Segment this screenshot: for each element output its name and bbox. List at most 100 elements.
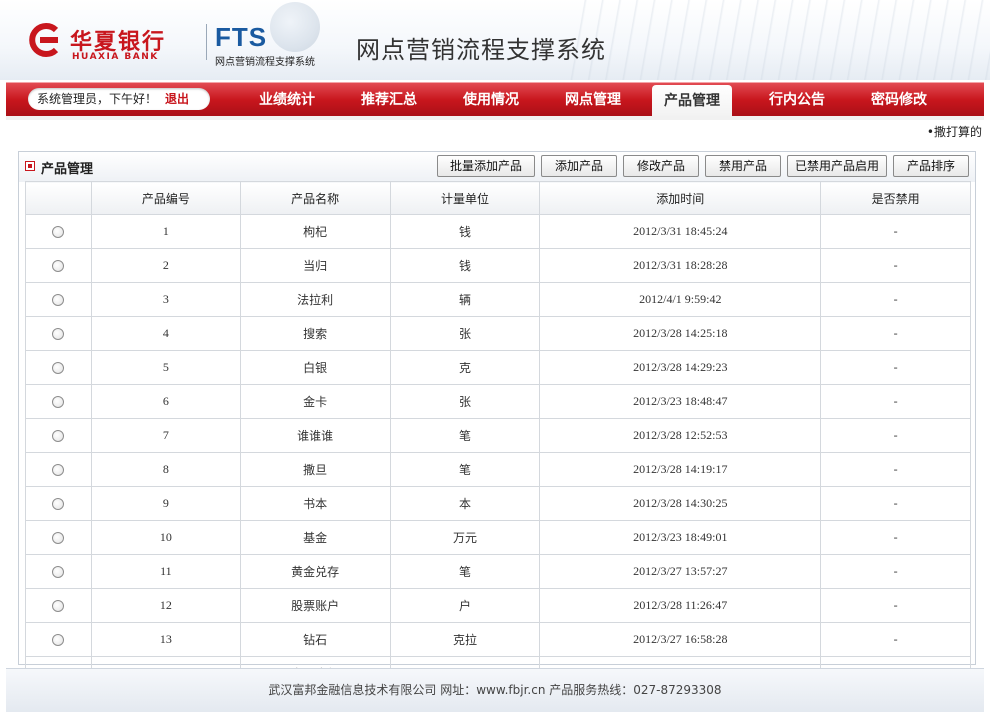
sort-products-button[interactable]: 产品排序 bbox=[893, 155, 969, 177]
product-id-cell: 6 bbox=[90, 384, 241, 419]
unit-cell: 万元 bbox=[389, 520, 541, 555]
logo-divider bbox=[206, 24, 207, 60]
row-radio-button[interactable] bbox=[52, 294, 65, 307]
row-radio-button[interactable] bbox=[52, 600, 65, 613]
row-select-cell bbox=[25, 384, 92, 419]
product-id-cell: 2 bbox=[90, 248, 241, 283]
nav-item-change-password[interactable]: 密码修改 bbox=[854, 83, 944, 117]
unit-cell: 钱 bbox=[389, 214, 541, 249]
row-radio-button[interactable] bbox=[52, 328, 65, 341]
added-time-cell: 2012/3/28 14:29:23 bbox=[539, 350, 822, 385]
product-id-cell: 12 bbox=[90, 588, 241, 623]
disabled-status-cell: - bbox=[820, 520, 971, 555]
globe-icon bbox=[270, 2, 320, 52]
disabled-status-cell: - bbox=[820, 248, 971, 283]
logout-link[interactable]: 退出 bbox=[165, 92, 189, 106]
disabled-status-cell: - bbox=[820, 418, 971, 453]
row-radio-button[interactable] bbox=[52, 260, 65, 273]
table-row[interactable]: 12 股票账户户 2012/3/28 11:26:47- bbox=[25, 588, 971, 623]
product-id-cell: 3 bbox=[90, 282, 241, 317]
row-radio-button[interactable] bbox=[52, 532, 65, 545]
added-time-cell: 2012/3/28 11:26:47 bbox=[539, 588, 822, 623]
panel-header: 产品管理 批量添加产品 添加产品 修改产品 禁用产品 已禁用产品启用 产品排序 bbox=[19, 152, 975, 182]
table-row[interactable]: 3 法拉利辆 2012/4/1 9:59:42- bbox=[25, 282, 971, 317]
row-select-cell bbox=[25, 282, 92, 317]
product-name-cell: 谁谁谁 bbox=[239, 418, 391, 453]
row-select-cell bbox=[25, 350, 92, 385]
batch-add-product-button[interactable]: 批量添加产品 bbox=[437, 155, 535, 177]
enable-disabled-product-button[interactable]: 已禁用产品启用 bbox=[787, 155, 887, 177]
user-greeting: 系统管理员，下午好！ bbox=[37, 92, 158, 106]
unit-cell: 辆 bbox=[389, 282, 541, 317]
row-radio-button[interactable] bbox=[52, 498, 65, 511]
added-time-cell: 2012/3/31 18:45:24 bbox=[539, 214, 822, 249]
table-row[interactable]: 6 金卡张 2012/3/23 18:48:47- bbox=[25, 384, 971, 419]
table-row[interactable]: 2 当归钱 2012/3/31 18:28:28- bbox=[25, 248, 971, 283]
row-select-cell bbox=[25, 214, 92, 249]
nav-item-recommend-summary[interactable]: 推荐汇总 bbox=[344, 83, 434, 117]
table-row[interactable]: 7 谁谁谁笔 2012/3/28 12:52:53- bbox=[25, 418, 971, 453]
nav-item-performance[interactable]: 业绩统计 bbox=[242, 83, 332, 117]
product-id-cell: 1 bbox=[90, 214, 241, 249]
added-time-cell: 2012/3/23 18:49:01 bbox=[539, 520, 822, 555]
added-time-cell: 2012/3/28 14:19:17 bbox=[539, 452, 822, 487]
row-radio-button[interactable] bbox=[52, 226, 65, 239]
table-row[interactable]: 8 撒旦笔 2012/3/28 14:19:17- bbox=[25, 452, 971, 487]
row-select-cell bbox=[25, 418, 92, 453]
disabled-status-cell: - bbox=[820, 622, 971, 657]
disabled-status-cell: - bbox=[820, 316, 971, 351]
table-row[interactable]: 10 基金 万元 2012/3/23 18:49:01- bbox=[25, 520, 971, 555]
footer: 武汉富邦金融信息技术有限公司 网址：www.fbjr.cn 产品服务热线：027… bbox=[6, 668, 984, 712]
unit-cell: 克 bbox=[389, 350, 541, 385]
nav-item-product-management[interactable]: 产品管理 bbox=[652, 85, 732, 119]
row-select-cell bbox=[25, 588, 92, 623]
panel-title-icon bbox=[25, 161, 35, 171]
table-header-row: 产品编号 产品名称 计量单位 添加时间 是否禁用 bbox=[25, 181, 971, 215]
disabled-status-cell: - bbox=[820, 554, 971, 589]
product-name-cell: 法拉利 bbox=[239, 282, 391, 317]
disable-product-button[interactable]: 禁用产品 bbox=[705, 155, 781, 177]
table-row[interactable]: 4 搜索张 2012/3/28 14:25:18- bbox=[25, 316, 971, 351]
unit-cell: 户 bbox=[389, 588, 541, 623]
row-radio-button[interactable] bbox=[52, 396, 65, 409]
product-id-cell: 8 bbox=[90, 452, 241, 487]
product-id-cell: 5 bbox=[90, 350, 241, 385]
product-name-cell: 金卡 bbox=[239, 384, 391, 419]
scrolling-notice[interactable]: •撒打算的 bbox=[927, 123, 982, 140]
product-name-cell: 白银 bbox=[239, 350, 391, 385]
nav-item-usage[interactable]: 使用情况 bbox=[446, 83, 536, 117]
row-radio-button[interactable] bbox=[52, 464, 65, 477]
added-time-cell: 2012/3/27 16:58:28 bbox=[539, 622, 822, 657]
edit-product-button[interactable]: 修改产品 bbox=[623, 155, 699, 177]
row-radio-button[interactable] bbox=[52, 634, 65, 647]
system-title: 网点营销流程支撑系统 bbox=[356, 36, 606, 64]
row-radio-button[interactable] bbox=[52, 362, 65, 375]
table-row[interactable]: 1 枸杞钱 2012/3/31 18:45:24- bbox=[25, 214, 971, 249]
product-name-cell: 基金 bbox=[239, 520, 391, 555]
row-select-cell bbox=[25, 520, 92, 555]
table-row[interactable]: 11 黄金兑存笔 2012/3/27 13:57:27- bbox=[25, 554, 971, 589]
added-time-cell: 2012/3/28 14:25:18 bbox=[539, 316, 822, 351]
product-name-cell: 股票账户 bbox=[239, 588, 391, 623]
unit-cell: 钱 bbox=[389, 248, 541, 283]
disabled-status-cell: - bbox=[820, 282, 971, 317]
unit-cell: 张 bbox=[389, 384, 541, 419]
product-name-cell: 撒旦 bbox=[239, 452, 391, 487]
row-radio-button[interactable] bbox=[52, 430, 65, 443]
added-time-cell: 2012/3/28 12:52:53 bbox=[539, 418, 822, 453]
row-select-cell bbox=[25, 622, 92, 657]
unit-cell: 笔 bbox=[389, 554, 541, 589]
table-row[interactable]: 5 白银克 2012/3/28 14:29:23- bbox=[25, 350, 971, 385]
row-select-cell bbox=[25, 554, 92, 589]
nav-item-branch-management[interactable]: 网点管理 bbox=[548, 83, 638, 117]
col-header-product-id: 产品编号 bbox=[90, 181, 241, 215]
product-name-cell: 黄金兑存 bbox=[239, 554, 391, 589]
table-row[interactable]: 9 书本本 2012/3/28 14:30:25- bbox=[25, 486, 971, 521]
table-row[interactable]: 13 钻石 克拉 2012/3/27 16:58:28- bbox=[25, 622, 971, 657]
row-radio-button[interactable] bbox=[52, 566, 65, 579]
disabled-status-cell: - bbox=[820, 452, 971, 487]
product-name-cell: 钻石 bbox=[239, 622, 391, 657]
add-product-button[interactable]: 添加产品 bbox=[541, 155, 617, 177]
added-time-cell: 2012/3/23 18:48:47 bbox=[539, 384, 822, 419]
nav-item-announcements[interactable]: 行内公告 bbox=[752, 83, 842, 117]
